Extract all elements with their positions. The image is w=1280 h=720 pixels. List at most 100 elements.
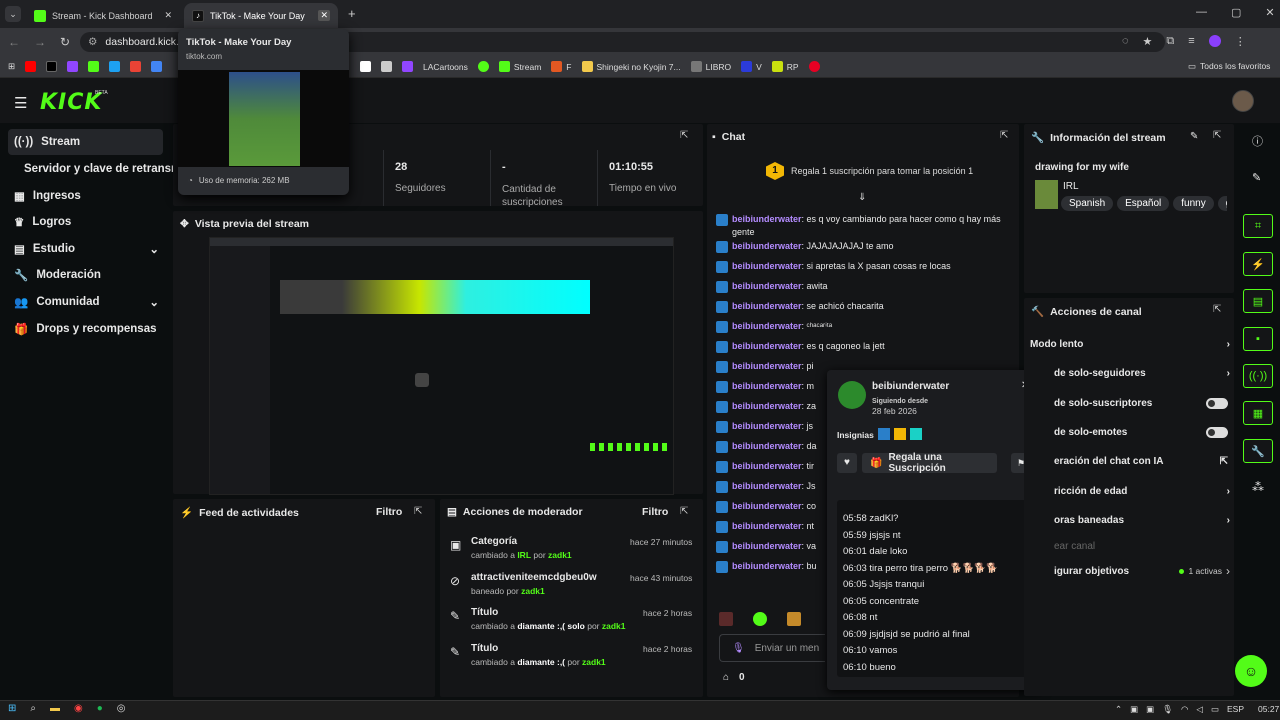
close-tab-icon[interactable]: ✕: [164, 10, 172, 21]
chat-username[interactable]: beibiunderwater: [732, 301, 802, 311]
clear-chat-row[interactable]: ear canal: [1042, 533, 1230, 559]
chat-username[interactable]: beibiunderwater: [732, 461, 802, 471]
link-icon[interactable]: [109, 61, 121, 72]
microphone-icon[interactable]: 🎙: [1162, 704, 1173, 715]
chat-username[interactable]: beibiunderwater: [732, 561, 802, 571]
chrome-icon[interactable]: ◉: [74, 703, 83, 714]
rail-broadcast-icon[interactable]: ((·)): [1243, 364, 1273, 388]
media-icon[interactable]: ≡: [1188, 35, 1194, 48]
tab-tiktok[interactable]: ♪ TikTok - Make Your Day ✕: [184, 3, 338, 28]
rail-chat-icon[interactable]: ▪: [1243, 327, 1273, 351]
search-icon[interactable]: ⌕: [30, 703, 36, 714]
bookmark-icon[interactable]: [477, 61, 489, 72]
sidebar-item-stream[interactable]: ((·)) Stream: [8, 129, 163, 155]
chat-username[interactable]: beibiunderwater: [732, 261, 802, 271]
menu-icon[interactable]: ⋮: [1235, 35, 1246, 48]
spotify-icon[interactable]: ●: [97, 703, 103, 714]
bookmark-star-icon[interactable]: ★: [1143, 35, 1153, 48]
chat-username[interactable]: beibiunderwater: [732, 361, 802, 371]
expand-icon[interactable]: ⇱: [1213, 130, 1221, 141]
subs-only-toggle[interactable]: [1206, 397, 1228, 409]
chat-username[interactable]: beibiunderwater: [732, 241, 802, 251]
chat-username[interactable]: beibiunderwater: [732, 481, 802, 491]
chat-username[interactable]: beibiunderwater: [732, 421, 802, 431]
chat-username[interactable]: beibiunderwater: [732, 281, 802, 291]
language-indicator[interactable]: ESP: [1227, 704, 1244, 715]
followers-only-row[interactable]: de solo-seguidores ›: [1042, 360, 1230, 386]
all-bookmarks[interactable]: ▭ Todos los favoritos: [1188, 61, 1270, 72]
chat-input[interactable]: 🎙 Enviar un men: [719, 634, 825, 662]
emote-icon[interactable]: [753, 612, 767, 626]
sidebar-item-logros[interactable]: ♛ Logros: [8, 209, 163, 235]
shop-icon[interactable]: ⌂: [723, 672, 729, 683]
chat-username[interactable]: beibiunderwater: [732, 214, 802, 224]
mod-filter-button[interactable]: Filtro: [642, 506, 668, 518]
info-icon[interactable]: ⓘ: [1252, 133, 1263, 149]
expand-icon[interactable]: ⇱: [680, 506, 688, 517]
eye-slash-icon[interactable]: ◌: [1122, 35, 1129, 48]
sidebar-item-estudio[interactable]: ▤ Estudio ⌄: [8, 236, 163, 262]
twitch-icon[interactable]: [67, 61, 79, 72]
window-close-icon[interactable]: ✕: [1265, 6, 1274, 19]
chat-username[interactable]: beibiunderwater: [732, 341, 802, 351]
emotes-only-toggle[interactable]: [1206, 426, 1228, 438]
back-icon[interactable]: ←: [8, 35, 20, 49]
wifi-icon[interactable]: ◠: [1181, 704, 1188, 715]
microphone-icon[interactable]: 🎙: [732, 643, 745, 654]
edit-icon[interactable]: ✎: [1190, 131, 1198, 142]
pin-icon[interactable]: ⇓: [858, 192, 866, 203]
expand-icon[interactable]: ⇱: [1000, 130, 1008, 141]
app-icon[interactable]: ◎: [117, 703, 126, 714]
extensions-icon[interactable]: ⧉: [1166, 35, 1174, 48]
reload-icon[interactable]: ↻: [60, 35, 70, 49]
chat-username[interactable]: beibiunderwater: [732, 501, 802, 511]
pinterest-icon[interactable]: [808, 61, 820, 72]
tab-kick-dashboard[interactable]: Stream - Kick Dashboard ✕: [26, 3, 180, 28]
clock[interactable]: 05:27: [1258, 704, 1279, 715]
chat-username[interactable]: beibiunderwater: [732, 381, 802, 391]
x-icon[interactable]: [46, 61, 58, 72]
file-explorer-icon[interactable]: ▬: [50, 703, 60, 714]
rail-layout-icon[interactable]: ▦: [1243, 401, 1273, 425]
bookmark-icon[interactable]: [402, 61, 413, 72]
maximize-icon[interactable]: ▢: [1231, 6, 1241, 19]
apps-icon[interactable]: ⊞: [8, 61, 15, 72]
rail-clipboard-icon[interactable]: ▤: [1243, 289, 1273, 313]
goals-row[interactable]: igurar objetivos 1 activas ›: [1042, 558, 1230, 584]
windows-start-icon[interactable]: ⊞: [8, 703, 16, 714]
slow-mode-row[interactable]: Modo lento ›: [1030, 331, 1230, 357]
gift-banner-text[interactable]: Regala 1 suscripción para tomar la posic…: [791, 166, 973, 176]
bookmark-libro[interactable]: LIBRO: [706, 62, 732, 72]
chat-username[interactable]: beibiunderwater: [732, 521, 802, 531]
bookmark-rp[interactable]: RP: [787, 62, 799, 72]
bookmark-lacartoons[interactable]: LACartoons: [423, 62, 468, 72]
activity-filter-button[interactable]: Filtro: [376, 506, 402, 518]
sidebar-item-server-key[interactable]: Servidor y clave de retransm: [8, 156, 180, 182]
emote-icon[interactable]: [787, 612, 801, 626]
pencil-icon[interactable]: ✎: [1252, 171, 1261, 184]
heart-icon[interactable]: ♥: [837, 453, 857, 473]
expand-icon[interactable]: ⇱: [1213, 304, 1221, 315]
minimize-icon[interactable]: —: [1196, 6, 1207, 19]
rail-bolt-icon[interactable]: ⚡: [1243, 252, 1273, 276]
bookmark-shingeki[interactable]: Shingeki no Kyojin 7...: [597, 62, 681, 72]
bookmark-stream[interactable]: Stream: [514, 62, 541, 72]
chat-username[interactable]: beibiunderwater: [732, 401, 802, 411]
volume-icon[interactable]: ◁: [1196, 704, 1203, 715]
add-widget-icon[interactable]: ⁂: [1252, 480, 1264, 494]
chat-username[interactable]: beibiunderwater: [732, 321, 802, 331]
tab-search-icon[interactable]: ⌄: [5, 6, 21, 22]
bookmark-icon[interactable]: [360, 61, 371, 72]
ai-moderation-row[interactable]: eración del chat con IA ⇱: [1042, 448, 1228, 474]
sidebar-item-ingresos[interactable]: ▦ Ingresos: [8, 183, 163, 209]
sidebar-item-moderacion[interactable]: 🔧 Moderación: [8, 262, 163, 288]
kick-logo[interactable]: KICK: [40, 90, 102, 115]
gmail-icon[interactable]: [130, 61, 142, 72]
popup-username[interactable]: beibiunderwater: [872, 381, 949, 392]
expand-icon[interactable]: ⇱: [414, 506, 422, 517]
gift-sub-button[interactable]: 🎁 Regala una Suscripción: [862, 452, 997, 474]
tray-app-icon[interactable]: ▣: [1146, 704, 1154, 715]
age-restriction-row[interactable]: ricción de edad ›: [1042, 478, 1230, 504]
new-tab-icon[interactable]: +: [348, 6, 356, 21]
hamburger-icon[interactable]: ☰: [14, 94, 27, 112]
